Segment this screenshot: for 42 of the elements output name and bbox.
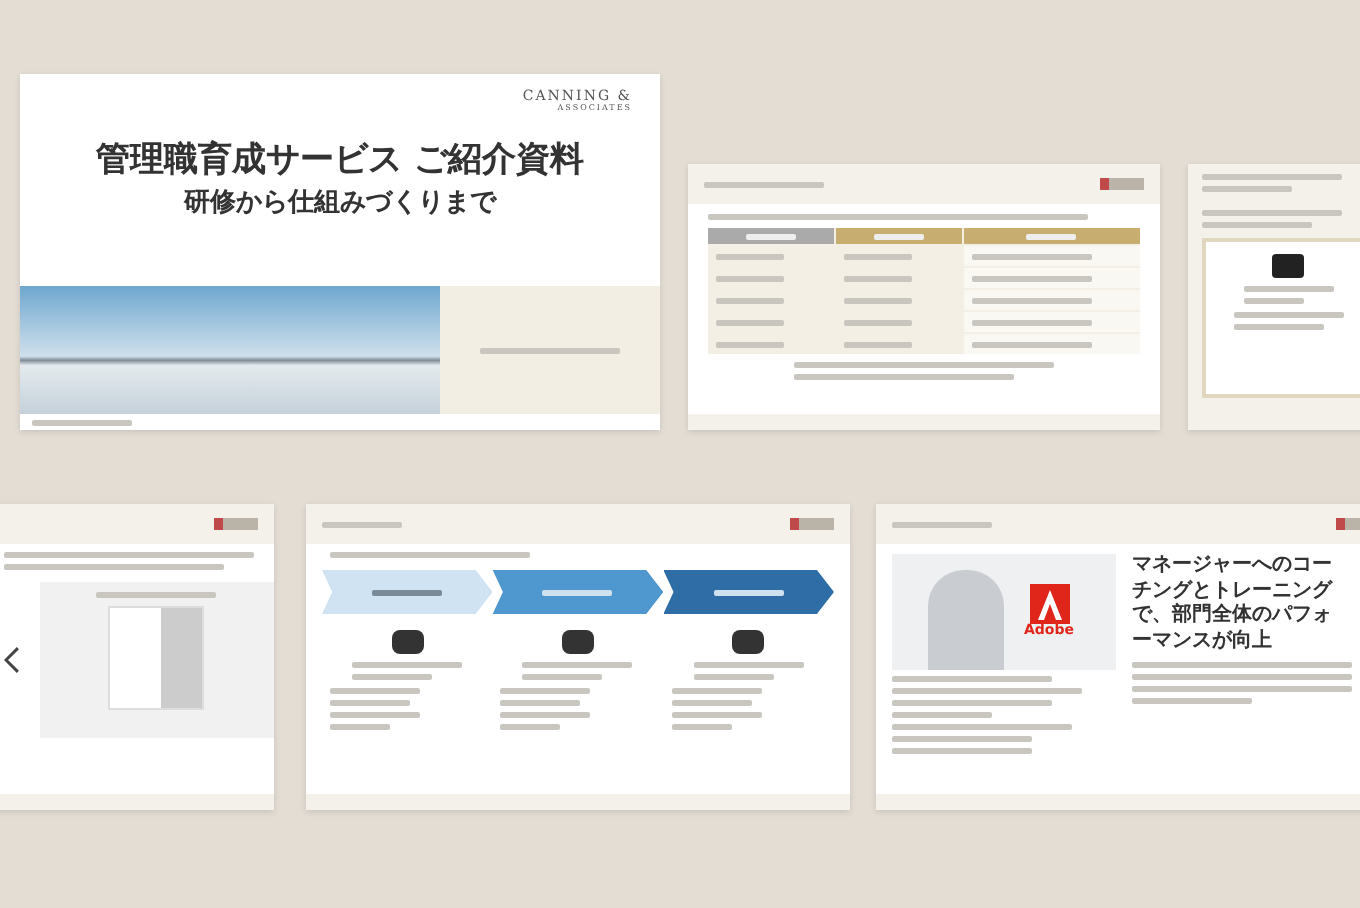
blurred-text (352, 662, 463, 668)
blurred-text (671, 700, 752, 706)
document-drawing (108, 606, 205, 710)
blurred-text (1243, 286, 1333, 292)
blurred-text (1202, 210, 1342, 216)
blurred-text (1202, 222, 1312, 228)
blurred-text (500, 712, 591, 718)
blurred-text (352, 674, 433, 680)
blurred-text (1132, 698, 1252, 704)
blurred-text (330, 688, 420, 694)
blurred-text (892, 712, 992, 718)
blurred-text (330, 700, 410, 706)
blurred-text (892, 736, 1032, 742)
blurred-text (1202, 174, 1342, 180)
blurred-text (330, 712, 420, 718)
blurred-text (892, 748, 1032, 754)
blurred-text (522, 674, 603, 680)
slide-subtitle: 研修から仕組みづくりまで (184, 186, 496, 223)
blurred-text (693, 662, 804, 668)
blurred-text (480, 347, 620, 353)
chevron-left-icon[interactable] (4, 646, 20, 674)
blurred-text (500, 700, 581, 706)
blurred-text (500, 688, 591, 694)
blurred-text (500, 724, 561, 730)
blurred-text (1233, 312, 1343, 318)
blurred-text (1233, 324, 1323, 330)
blurred-text (322, 521, 402, 527)
blurred-text (330, 724, 390, 730)
blurred-text (693, 674, 774, 680)
case-heading: マネージャーへのコーチングとトレーニングで、部門全体のパフォーマンスが向上 (1132, 554, 1335, 654)
blurred-text (671, 688, 762, 694)
slide-title: 管理職育成サービス ご紹介資料 (96, 140, 584, 181)
blurred-text (96, 592, 217, 598)
blurred-text (1243, 298, 1303, 304)
blurred-text (671, 712, 762, 718)
blurred-text (1202, 186, 1292, 192)
blurred-text (704, 181, 824, 187)
blurred-text (671, 724, 732, 730)
blurred-text (522, 662, 633, 668)
photo-placeholder (928, 570, 1004, 670)
blurred-text (32, 420, 132, 426)
blurred-text (892, 521, 992, 527)
